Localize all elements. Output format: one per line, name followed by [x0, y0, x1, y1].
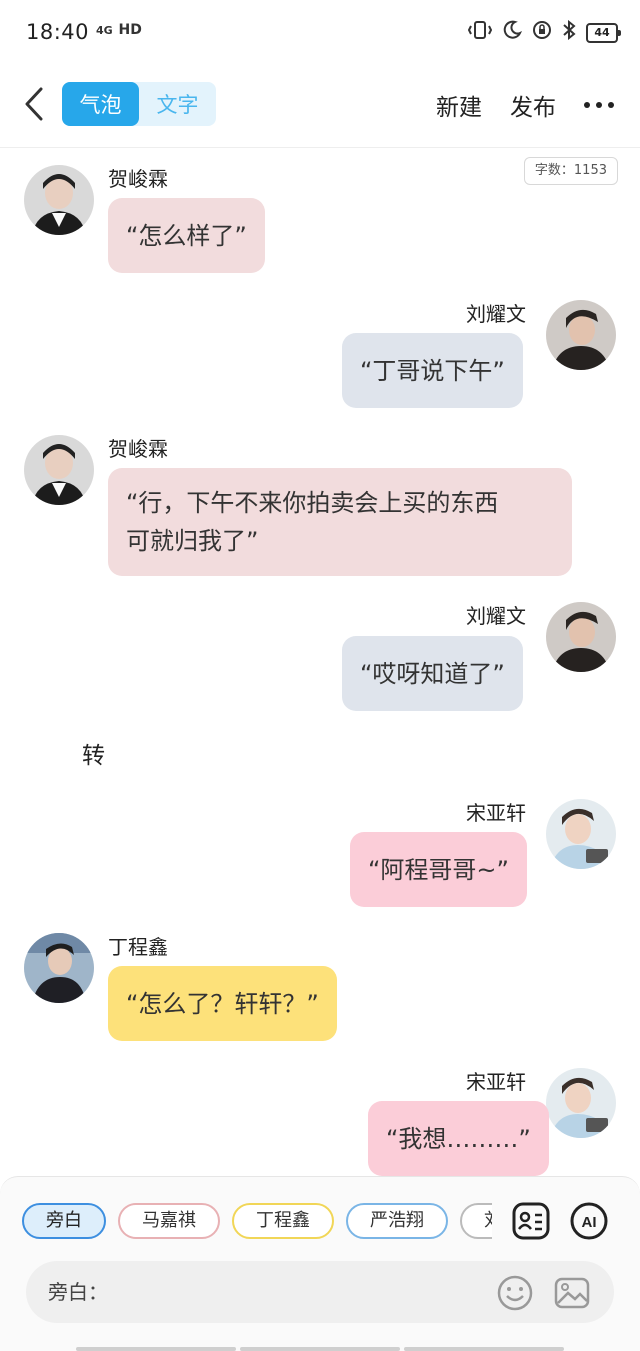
composer-input-bar: [26, 1261, 614, 1323]
avatar-he-junlin[interactable]: [24, 435, 94, 505]
battery-icon: 44: [586, 23, 621, 43]
status-bar: 18:40 4G HD 44: [0, 0, 640, 66]
moon-icon: [502, 20, 523, 46]
image-icon[interactable]: [553, 1274, 591, 1312]
new-button[interactable]: 新建: [436, 88, 482, 122]
speaker-name: 刘耀文: [466, 604, 526, 628]
chevron-left-icon: [25, 87, 43, 121]
speaker-name: 贺峻霖: [108, 437, 168, 461]
message-bubble[interactable]: “丁哥说下午”: [342, 333, 523, 408]
home-indicator: [76, 1347, 564, 1351]
editor-header: 气泡 文字 新建 发布: [0, 66, 640, 148]
message-bubble[interactable]: “怎么样了”: [108, 198, 265, 273]
speaker-name: 刘耀文: [466, 302, 526, 326]
ai-icon[interactable]: AI: [569, 1201, 609, 1241]
role-selector: 旁白马嘉祺丁程鑫严浩翔刘耀: [22, 1203, 492, 1243]
avatar-ding-chengxin[interactable]: [24, 933, 94, 1003]
svg-text:AI: AI: [582, 1214, 597, 1231]
lock-rotation-icon: [532, 20, 552, 46]
publish-button[interactable]: 发布: [510, 88, 556, 122]
speaker-name: 宋亚轩: [466, 801, 526, 825]
message-line: 可就归我了”: [126, 527, 259, 555]
avatar-liu-yaowen[interactable]: [546, 602, 616, 672]
avatar-liu-yaowen[interactable]: [546, 300, 616, 370]
message-bubble[interactable]: “行，下午不来你拍卖会上买的东西 可就归我了”: [108, 468, 572, 576]
role-chip-ding-chengxin[interactable]: 丁程鑫: [232, 1203, 334, 1239]
avatar-song-yaxuan[interactable]: [546, 799, 616, 869]
message-bubble[interactable]: “怎么了？轩轩？”: [108, 966, 337, 1041]
role-manage-icon[interactable]: [511, 1201, 551, 1241]
role-chip-liu-yaowen[interactable]: 刘耀: [460, 1203, 492, 1239]
role-chip-narrator[interactable]: 旁白: [22, 1203, 106, 1239]
tab-text[interactable]: 文字: [139, 82, 216, 126]
avatar-song-yaxuan[interactable]: [546, 1068, 616, 1138]
network-indicator: 4G HD: [96, 22, 142, 38]
message-bubble[interactable]: “我想………”: [368, 1101, 549, 1176]
back-button[interactable]: [16, 84, 52, 124]
role-chip-ma-jiaqi[interactable]: 马嘉祺: [118, 1203, 220, 1239]
word-count-badge: 字数：1153: [523, 157, 618, 185]
message-line: “行，下午不来你拍卖会上买的东西: [126, 489, 499, 517]
message-bubble[interactable]: “哎呀知道了”: [342, 636, 523, 711]
hd-label: HD: [118, 22, 142, 38]
emoji-icon[interactable]: [496, 1274, 534, 1312]
network-type: 4G: [96, 24, 113, 37]
bluetooth-icon: [562, 19, 576, 46]
message-input[interactable]: [48, 1261, 488, 1323]
speaker-name: 宋亚轩: [466, 1070, 526, 1094]
more-options-icon[interactable]: [584, 90, 614, 120]
avatar-he-junlin[interactable]: [24, 165, 94, 235]
role-chip-yan-haoxiang[interactable]: 严浩翔: [346, 1203, 448, 1239]
narration-text[interactable]: 转: [82, 736, 105, 770]
vibrate-icon: [467, 20, 493, 46]
speaker-name: 贺峻霖: [108, 167, 168, 191]
composer-panel: 旁白马嘉祺丁程鑫严浩翔刘耀 AI: [0, 1176, 640, 1351]
speaker-name: 丁程鑫: [108, 935, 168, 959]
tab-bubble[interactable]: 气泡: [62, 82, 139, 126]
message-bubble[interactable]: “阿程哥哥~”: [350, 832, 527, 907]
mode-toggle: 气泡 文字: [62, 82, 216, 126]
status-time: 18:40: [26, 20, 90, 44]
status-icons: 44: [467, 19, 621, 46]
